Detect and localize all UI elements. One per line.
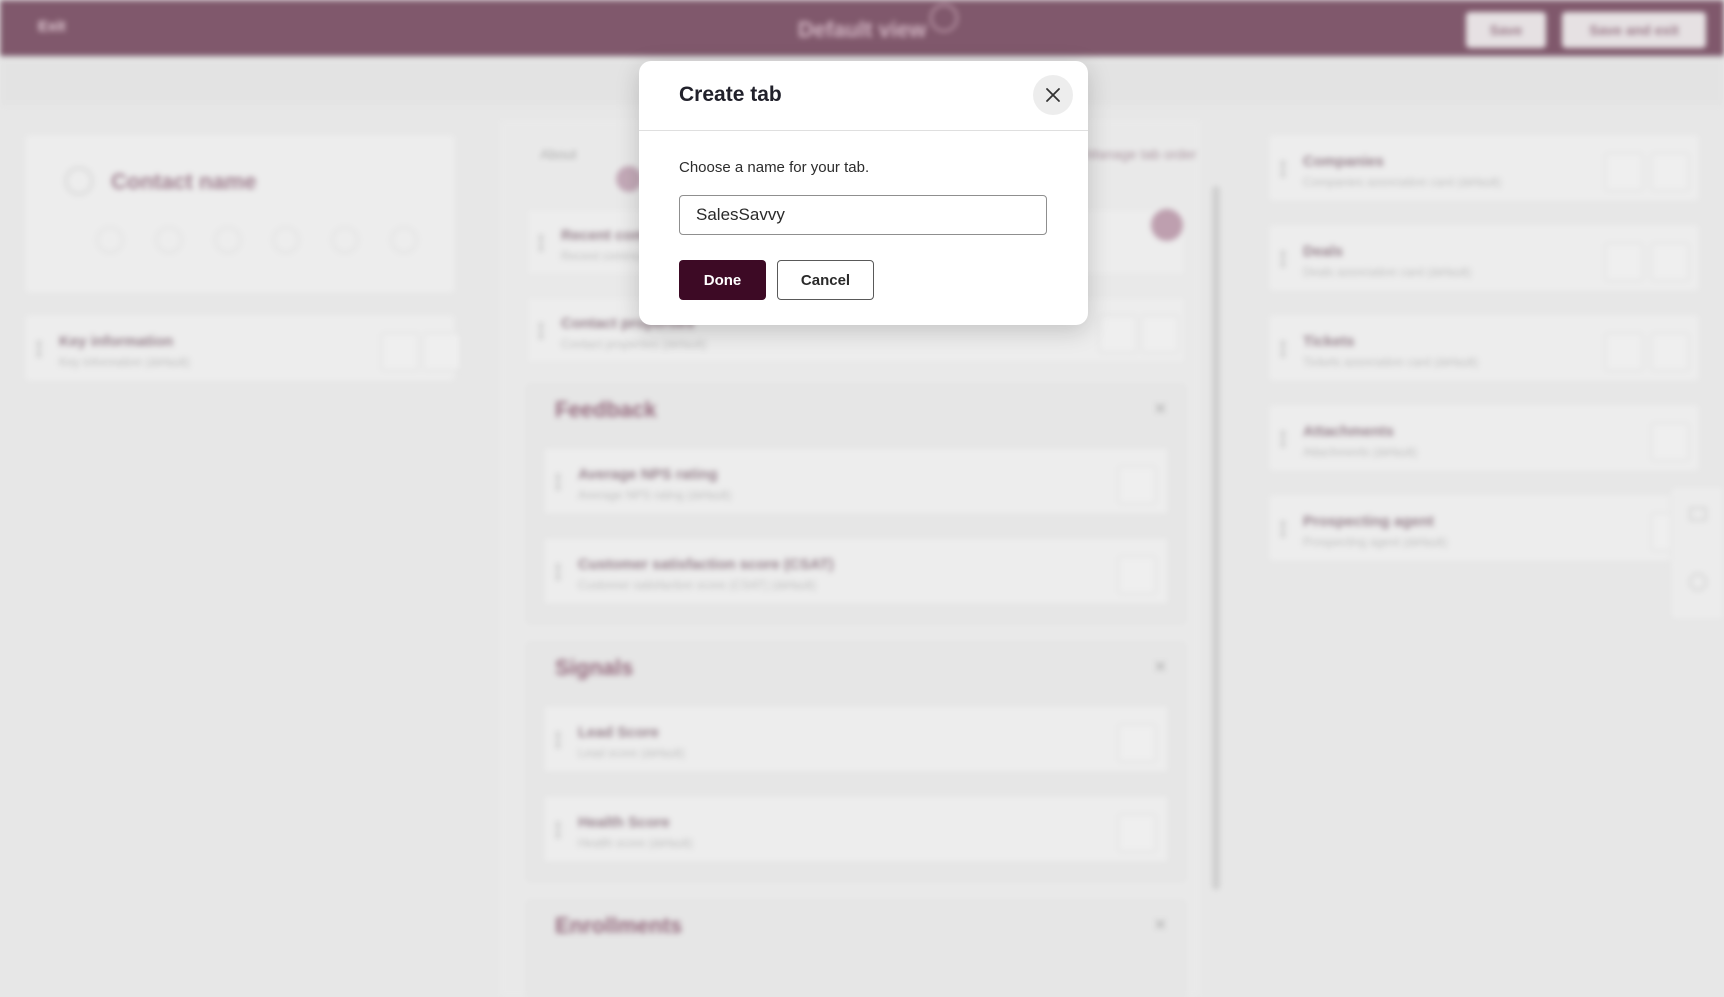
tab-name-label: Choose a name for your tab. [679,159,870,176]
dialog-header: Create tab [639,61,1088,131]
create-tab-dialog: Create tab Choose a name for your tab. D… [639,61,1088,325]
close-button[interactable] [1033,75,1073,115]
done-button[interactable]: Done [679,260,766,300]
dialog-title: Create tab [679,83,782,106]
tab-name-input[interactable] [679,195,1047,235]
close-icon [1046,88,1060,102]
cancel-button[interactable]: Cancel [777,260,874,300]
